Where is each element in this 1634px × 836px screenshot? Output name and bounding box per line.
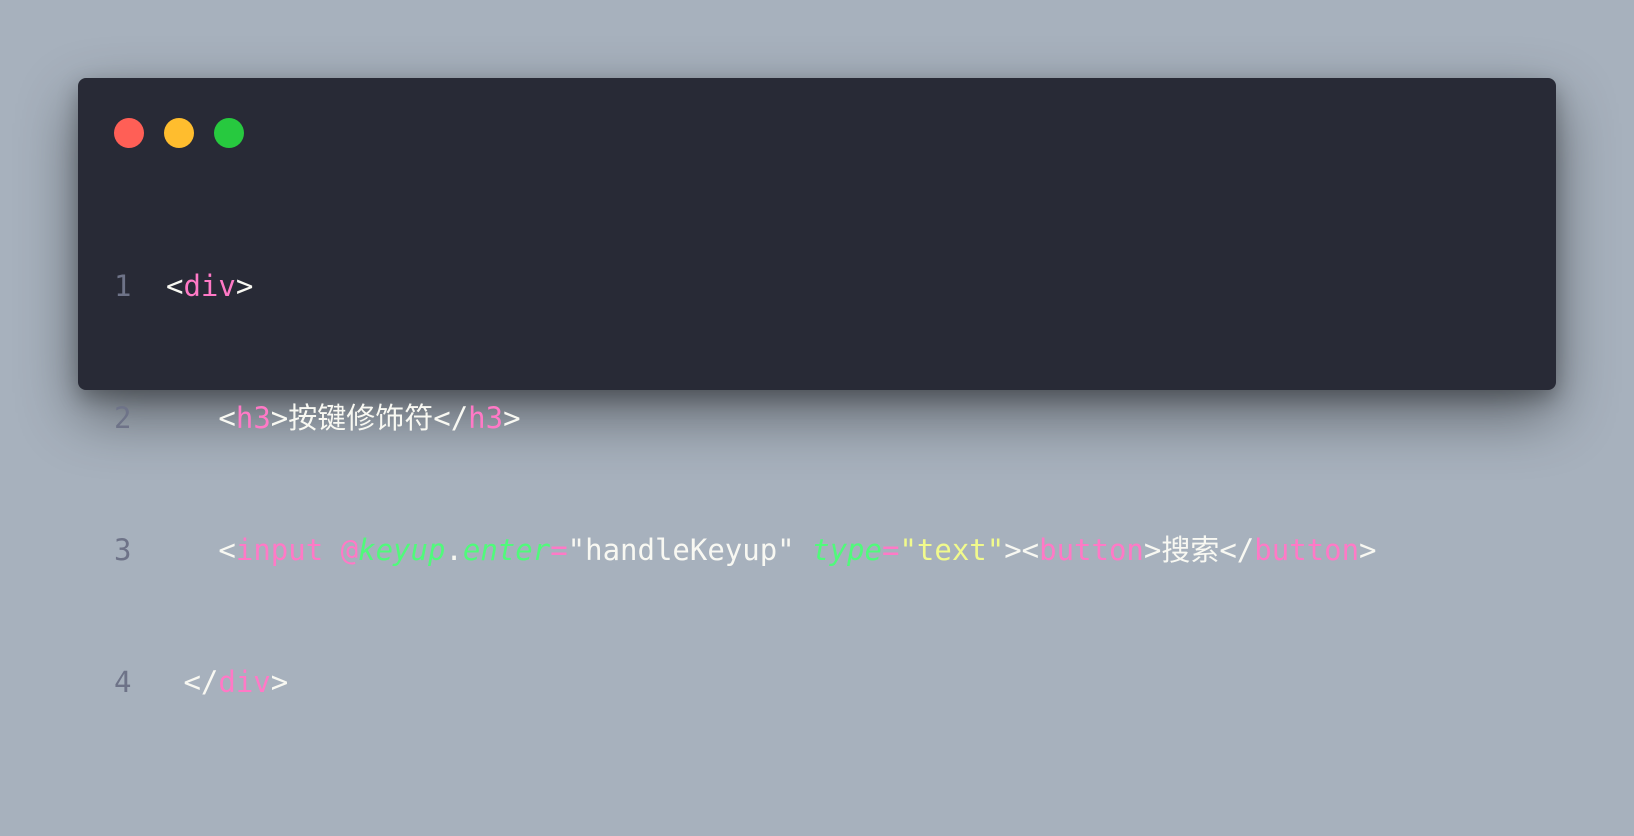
code-token-attr: keyup [358, 533, 446, 567]
code-token-attr: enter [462, 533, 551, 567]
code-token-tag: h3 [468, 401, 504, 435]
code-token-plain: >< [1004, 533, 1040, 567]
code-token-plain: < [166, 269, 184, 303]
maximize-window-button[interactable] [214, 118, 244, 148]
line-number: 1 [114, 269, 132, 303]
line-content: </div> [166, 660, 288, 704]
line-content: <h3>按键修饰符</h3> [166, 396, 521, 440]
code-token-attr: type [812, 533, 882, 567]
line-content: <input @keyup.enter="handleKeyup" type="… [166, 528, 1377, 572]
code-token-tag: = [881, 533, 900, 567]
code-token-plain: >搜索</ [1143, 533, 1255, 567]
code-token-tag: @ [340, 533, 359, 567]
code-token-plain: > [503, 401, 521, 435]
line-number: 3 [114, 533, 132, 567]
code-token-plain: < [218, 401, 236, 435]
code-line: 1 <div> [78, 264, 253, 308]
code-token-plain: < [218, 533, 236, 567]
code-token-tag: input [235, 533, 324, 567]
code-line: 3 <input @keyup.enter="handleKeyup" type… [78, 528, 1377, 572]
close-window-button[interactable] [114, 118, 144, 148]
line-content: <div> [166, 264, 253, 308]
code-token-plain: > [235, 269, 254, 303]
code-token-plain: . [445, 533, 463, 567]
code-token-tag: button [1039, 533, 1144, 567]
code-token-tag: div [183, 269, 236, 303]
line-number: 4 [114, 665, 132, 699]
code-token-plain: "handleKeyup" [567, 533, 795, 567]
code-token-str: "text" [899, 533, 1005, 567]
code-token-tag: = [550, 533, 568, 567]
code-line: 2 <h3>按键修饰符</h3> [78, 396, 521, 440]
code-token-plain: >按键修饰符</ [270, 401, 469, 435]
code-editor[interactable]: 1 <div> 2 <h3>按键修饰符</h3> 3 <input @keyup… [78, 176, 1377, 792]
minimize-window-button[interactable] [164, 118, 194, 148]
code-token-tag: div [218, 665, 271, 699]
window-controls [114, 118, 244, 148]
code-line: 4 </div> [78, 660, 288, 704]
code-window: 1 <div> 2 <h3>按键修饰符</h3> 3 <input @keyup… [78, 78, 1556, 699]
code-token-plain: > [1359, 533, 1377, 567]
code-token-plain: </ [183, 665, 219, 699]
line-number: 2 [114, 401, 132, 435]
code-token-tag: h3 [235, 401, 271, 435]
code-token-plain: > [270, 665, 289, 699]
code-token-tag: button [1254, 533, 1360, 567]
